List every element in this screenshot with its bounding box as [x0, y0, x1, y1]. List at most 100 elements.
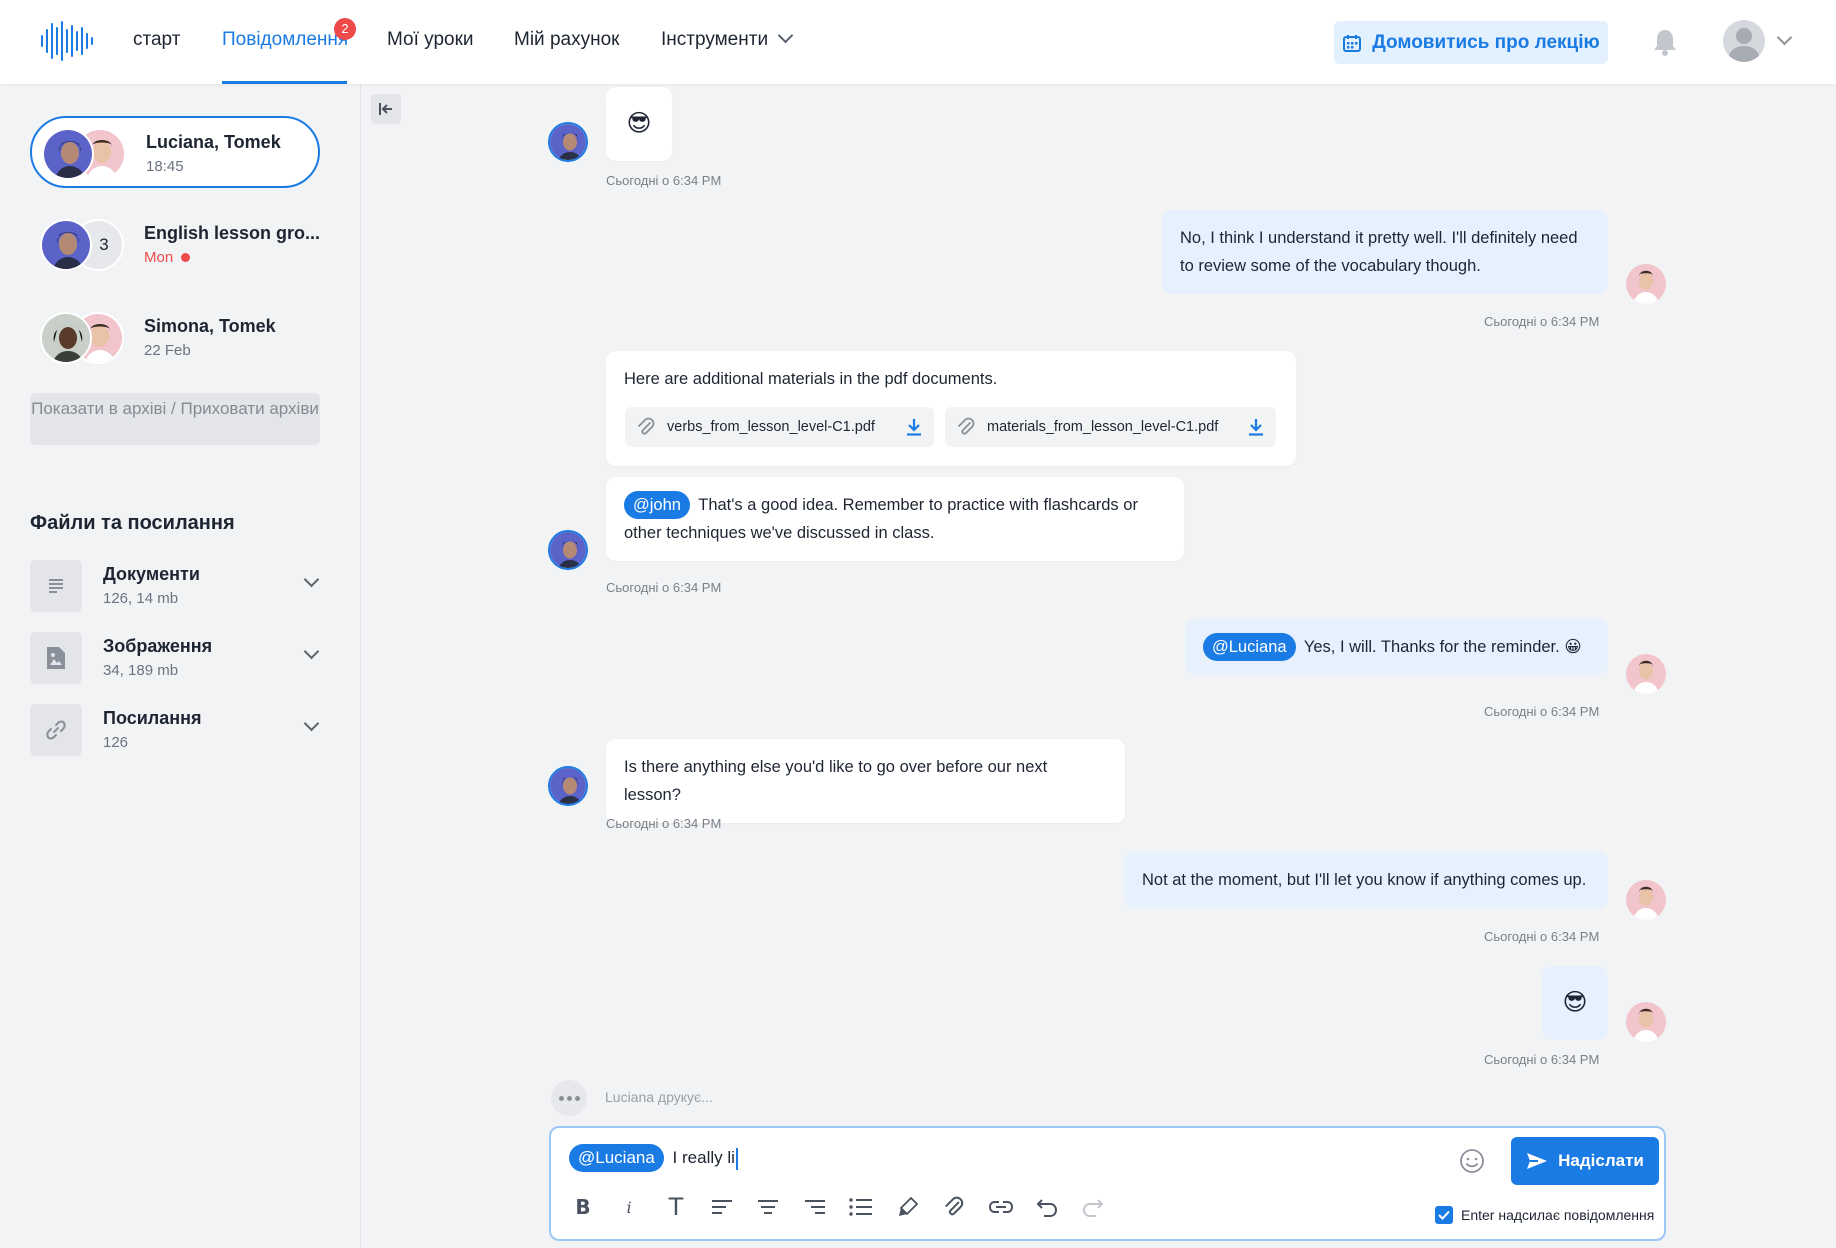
attachment-file[interactable]: materials_from_lesson_level-C1.pdf [945, 407, 1276, 447]
document-icon [30, 560, 82, 612]
message-timestamp: Сьогодні о 6:34 PM [1484, 704, 1600, 719]
avatar-tomek [1626, 264, 1666, 304]
files-images[interactable]: Зображення 34, 189 mb [30, 632, 320, 684]
attach-file-button[interactable] [937, 1190, 971, 1224]
align-left-button[interactable] [705, 1190, 739, 1224]
message-bubble: @john That's a good idea. Remember to pr… [606, 477, 1184, 561]
redo-button[interactable] [1076, 1190, 1110, 1224]
highlight-button[interactable] [891, 1190, 925, 1224]
archive-toggle-button[interactable]: Показати в архіві / Приховати архіви [30, 393, 320, 445]
message-timestamp: Сьогодні о 6:34 PM [606, 173, 722, 188]
text-size-button[interactable]: T [659, 1190, 693, 1224]
nav-start[interactable]: старт [133, 29, 180, 51]
redo-icon [1082, 1199, 1104, 1217]
align-right-icon [805, 1200, 825, 1214]
message-composer[interactable]: @Luciana I really li Надіслати B i T Ent… [549, 1126, 1666, 1241]
chevron-down-icon [303, 715, 320, 732]
undo-icon [1036, 1199, 1058, 1217]
align-left-icon [712, 1200, 732, 1214]
logo[interactable] [40, 20, 94, 62]
align-center-button[interactable] [751, 1190, 785, 1224]
italic-icon: i [626, 1197, 632, 1217]
nav-tools[interactable]: Інструменти [661, 27, 794, 51]
user-avatar[interactable] [1723, 20, 1765, 62]
enter-sends-label: Enter надсилає повідомлення [1461, 1207, 1655, 1223]
mention-chip[interactable]: @Luciana [1203, 633, 1296, 661]
composer-value: I really li [672, 1148, 735, 1167]
files-documents[interactable]: Документи 126, 14 mb [30, 560, 320, 612]
message-timestamp: Сьогодні о 6:34 PM [606, 816, 722, 831]
user-menu-chevron-icon[interactable] [1776, 29, 1793, 46]
conversation-simona-tomek[interactable]: Simona, Tomek 22 Feb [30, 302, 320, 374]
image-icon [30, 632, 82, 684]
avatar-luciana [548, 122, 588, 162]
files-links[interactable]: Посилання 126 [30, 704, 320, 756]
message-text: Here are additional materials in the pdf… [624, 370, 998, 388]
conversation-time: 22 Feb [144, 342, 191, 359]
calendar-icon [1343, 34, 1362, 52]
link-icon [30, 704, 82, 756]
align-right-button[interactable] [798, 1190, 832, 1224]
enter-sends-toggle[interactable]: Enter надсилає повідомлення [1435, 1206, 1654, 1224]
undo-button[interactable] [1030, 1190, 1064, 1224]
conversation-name: English lesson gro... [144, 223, 321, 243]
bullet-list-button[interactable] [844, 1190, 878, 1224]
typing-indicator-text: Luciana друкує... [605, 1089, 713, 1105]
mention-chip[interactable]: @Luciana [569, 1144, 664, 1172]
message-timestamp: Сьогодні о 6:34 PM [1484, 1052, 1600, 1067]
file-category-name: Посилання [103, 708, 202, 728]
active-tab-indicator [222, 81, 347, 84]
send-button[interactable]: Надіслати [1511, 1137, 1659, 1185]
checkbox-checked-icon[interactable] [1435, 1206, 1453, 1224]
bullet-list-icon [849, 1198, 872, 1216]
nav-messages[interactable]: Повідомлення [222, 29, 348, 51]
avatar-luciana [548, 530, 588, 570]
send-icon [1527, 1153, 1548, 1169]
download-icon[interactable] [1248, 418, 1264, 436]
message-bubble: 😎 [1542, 966, 1608, 1040]
bold-icon: B [575, 1195, 591, 1219]
insert-link-button[interactable] [984, 1190, 1018, 1224]
message-text: Yes, I will. Thanks for the reminder. 😀 [1303, 638, 1582, 656]
avatar [40, 219, 92, 271]
download-icon[interactable] [906, 418, 922, 436]
conversation-luciana-tomek[interactable]: Luciana, Tomek 18:45 [30, 116, 320, 188]
sidebar: Luciana, Tomek 18:45 3 English lesson gr… [0, 84, 361, 1248]
book-lecture-button[interactable]: Домовитись про лекцію [1334, 21, 1608, 64]
file-category-name: Зображення [103, 636, 213, 656]
chevron-down-icon [303, 643, 320, 660]
paperclip-icon [958, 417, 975, 435]
book-lecture-label: Домовитись про лекцію [1372, 31, 1600, 53]
highlighter-icon [899, 1196, 919, 1216]
conversation-english-lesson-group[interactable]: 3 English lesson gro... Mon [30, 209, 320, 281]
file-category-name: Документи [103, 564, 200, 584]
message-timestamp: Сьогодні о 6:34 PM [1484, 314, 1600, 329]
collapse-sidebar-button[interactable] [371, 94, 401, 124]
avatar-tomek [1626, 654, 1666, 694]
link-icon [989, 1201, 1013, 1213]
avatar [40, 312, 92, 364]
mention-chip[interactable]: @john [624, 491, 690, 519]
bell-icon[interactable] [1652, 28, 1678, 56]
composer-input[interactable]: @Luciana I really li [569, 1144, 738, 1172]
top-navigation: старт Повідомлення 2 Мої уроки Мій рахун… [0, 0, 1836, 84]
paperclip-icon [638, 417, 655, 435]
italic-button[interactable]: i [612, 1190, 646, 1224]
bold-button[interactable]: B [566, 1190, 600, 1224]
nav-tools-label: Інструменти [661, 29, 769, 50]
conversation-name: Luciana, Tomek [146, 132, 281, 152]
emoji-picker-icon[interactable] [1459, 1148, 1485, 1174]
paperclip-icon [945, 1196, 964, 1216]
avatar-luciana [548, 766, 588, 806]
file-category-meta: 126 [103, 734, 129, 751]
message-bubble: Not at the moment, but I'll let you know… [1124, 852, 1608, 908]
attachment-file[interactable]: verbs_from_lesson_level-C1.pdf [625, 407, 934, 447]
avatar [42, 128, 94, 180]
message-bubble: @Luciana Yes, I will. Thanks for the rem… [1185, 619, 1608, 675]
user-icon [1728, 28, 1760, 62]
nav-my-lessons[interactable]: Мої уроки [387, 29, 474, 51]
nav-my-account[interactable]: Мій рахунок [514, 29, 619, 51]
unread-dot [181, 253, 191, 262]
attachment-name: materials_from_lesson_level-C1.pdf [987, 419, 1219, 435]
conversation-time: 18:45 [146, 158, 184, 175]
